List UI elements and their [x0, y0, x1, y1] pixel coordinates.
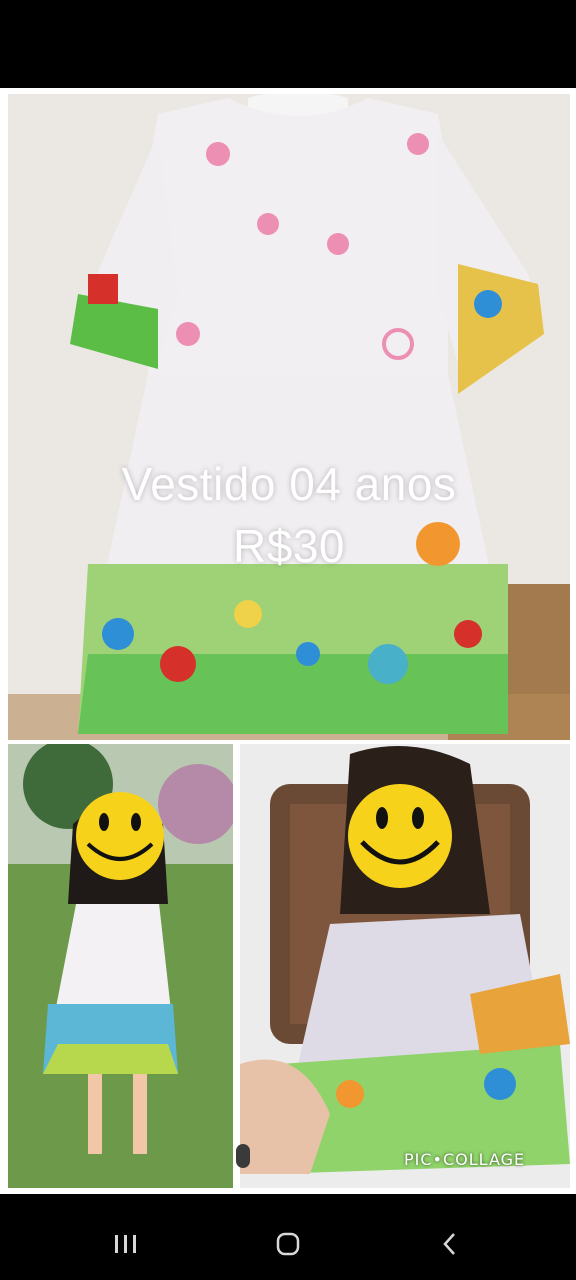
system-navigation-bar [0, 1194, 576, 1280]
back-icon[interactable] [430, 1224, 470, 1264]
recents-icon[interactable] [106, 1224, 146, 1264]
listing-price: R$30 [233, 520, 345, 572]
home-icon[interactable] [268, 1224, 308, 1264]
child-outdoors-illustration [8, 744, 233, 1188]
photo-dress-hanger[interactable] [8, 94, 570, 740]
photo-child-seated[interactable] [240, 744, 570, 1188]
status-bar [0, 0, 576, 88]
photo-child-outdoors[interactable] [8, 744, 233, 1188]
listing-title: Vestido 04 anos [121, 458, 457, 510]
photo-collage[interactable]: Vestido 04 anos R$30 PIC•COLLAGE [0, 88, 576, 1194]
child-seated-illustration [240, 744, 570, 1188]
collage-handle-icon [236, 1144, 250, 1168]
pic-collage-watermark: PIC•COLLAGE [404, 1150, 526, 1169]
dress-illustration [8, 94, 570, 740]
